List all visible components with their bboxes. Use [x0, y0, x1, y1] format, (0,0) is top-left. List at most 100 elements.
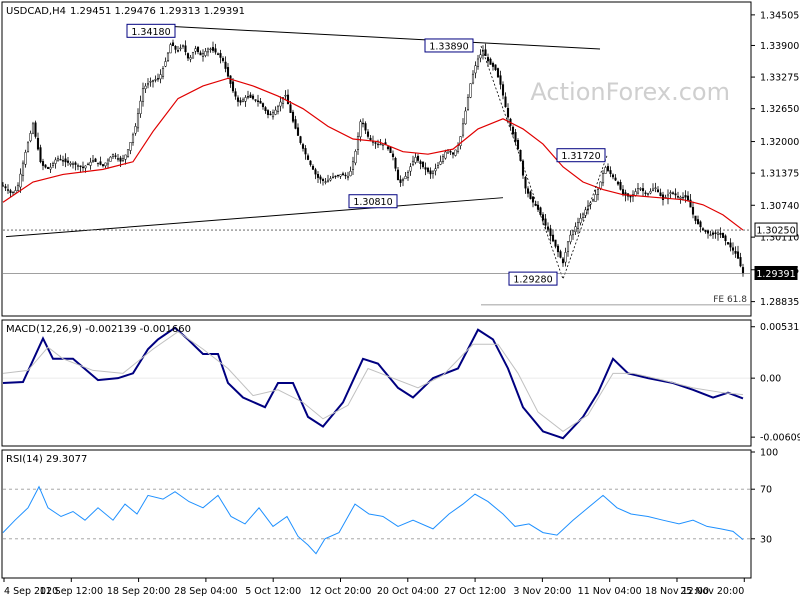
price-candle-body [661, 194, 665, 200]
price-candle-body [544, 218, 547, 226]
price-candle-body [209, 48, 212, 50]
price-candle-body [69, 162, 72, 165]
price-candle-body [66, 160, 70, 163]
price-candle-body [236, 97, 240, 102]
rsi-y-tick-label: 70 [760, 485, 772, 496]
price-candle-body [404, 176, 407, 180]
price-candle-body [621, 189, 625, 195]
price-y-tick-label: 1.31375 [760, 169, 799, 180]
price-candle-body [126, 149, 130, 157]
price-candle-body [214, 48, 217, 53]
price-candle-body [239, 100, 242, 103]
price-candle-body [391, 153, 395, 157]
price-candle-body [234, 91, 237, 97]
price-candle-body [149, 81, 152, 83]
price-candle-body [426, 167, 430, 172]
price-candle-body [346, 176, 350, 179]
price-candle-body [351, 161, 355, 170]
price-candle-body [564, 252, 567, 263]
price-candle-body [29, 133, 32, 142]
price-candle-body [36, 137, 40, 150]
price-candle-body [529, 191, 532, 199]
price-candle-body [129, 142, 132, 151]
price-candle-body [534, 203, 537, 206]
price-candle-body [39, 147, 42, 163]
price-candle-body [576, 222, 580, 229]
price-candle-body [204, 51, 207, 56]
price-candle-body [34, 122, 37, 137]
price-candle-body [614, 177, 617, 181]
price-candle-body [569, 234, 572, 243]
price-candle-body [554, 239, 557, 247]
price-candle-body [574, 226, 577, 232]
price-candle-body [186, 53, 190, 59]
price-candle-body [399, 179, 402, 183]
price-candle-body [291, 111, 295, 122]
price-candle-body [196, 46, 200, 53]
price-annotation-label: 1.34180 [131, 27, 170, 38]
price-candle-body [559, 251, 562, 258]
price-candle-body [376, 143, 380, 146]
price-candle-body [514, 132, 517, 142]
price-candle-body [31, 123, 35, 134]
price-candle-body [314, 169, 317, 175]
price-candle-body [191, 51, 195, 59]
price-candle-body [154, 79, 157, 81]
x-tick-label: 18 Sep 20:00 [107, 586, 170, 597]
price-candle-body [699, 221, 702, 228]
price-candle-body [681, 196, 685, 199]
price-candle-body [526, 188, 530, 194]
price-candle-body [474, 65, 477, 74]
price-candle-body [4, 186, 7, 189]
price-candle-body [541, 214, 545, 221]
price-candle-body [471, 73, 475, 84]
price-candle-body [241, 99, 245, 103]
price-candle-body [334, 175, 337, 178]
price-candle-body [451, 152, 455, 155]
price-candle-body [311, 165, 315, 170]
price-candle-body [131, 134, 135, 143]
price-candle-body [9, 190, 12, 193]
price-candle-body [11, 191, 15, 194]
price-y-tick-label: 1.28835 [760, 297, 799, 308]
price-candle-body [269, 113, 272, 116]
price-candle-body [81, 166, 85, 169]
price-candle-body [684, 195, 687, 198]
x-tick-label: 12 Oct 20:00 [310, 586, 372, 597]
price-candle-body [219, 53, 222, 58]
price-candle-body [44, 164, 47, 168]
price-candle-body [674, 193, 677, 196]
x-tick-label: 25 Nov 20:00 [680, 586, 744, 597]
macd-panel-frame [1, 319, 752, 447]
price-candle-body [476, 58, 480, 67]
price-candle-body [286, 94, 290, 105]
price-candle-body [341, 173, 345, 176]
price-candle-body [86, 163, 90, 166]
price-candle-body [679, 196, 682, 199]
price-candle-body [244, 97, 247, 102]
price-candle-body [636, 188, 640, 194]
price-candle-body [251, 95, 255, 99]
price-candle-body [299, 136, 302, 143]
price-candle-body [49, 166, 52, 170]
price-candle-body [109, 156, 112, 162]
price-candle-body [289, 104, 292, 113]
price-candle-body [224, 61, 227, 69]
price-candle-body [584, 209, 587, 216]
rsi-y-tick-label: 100 [760, 448, 778, 459]
price-candle-body [279, 101, 282, 107]
price-candle-body [366, 131, 370, 137]
price-candle-body [369, 137, 372, 141]
price-candle-body [14, 190, 17, 194]
price-candle-body [716, 232, 720, 235]
price-candle-body [349, 171, 352, 177]
price-candle-body [181, 45, 185, 47]
price-candle-body [264, 107, 267, 111]
price-candle-body [686, 195, 690, 201]
price-candle-body [329, 178, 332, 181]
price-candle-body [729, 242, 732, 248]
price-candle-body [634, 191, 637, 196]
price-candle-body [651, 188, 655, 192]
price-candle-body [199, 52, 202, 56]
price-candle-body [419, 161, 422, 164]
